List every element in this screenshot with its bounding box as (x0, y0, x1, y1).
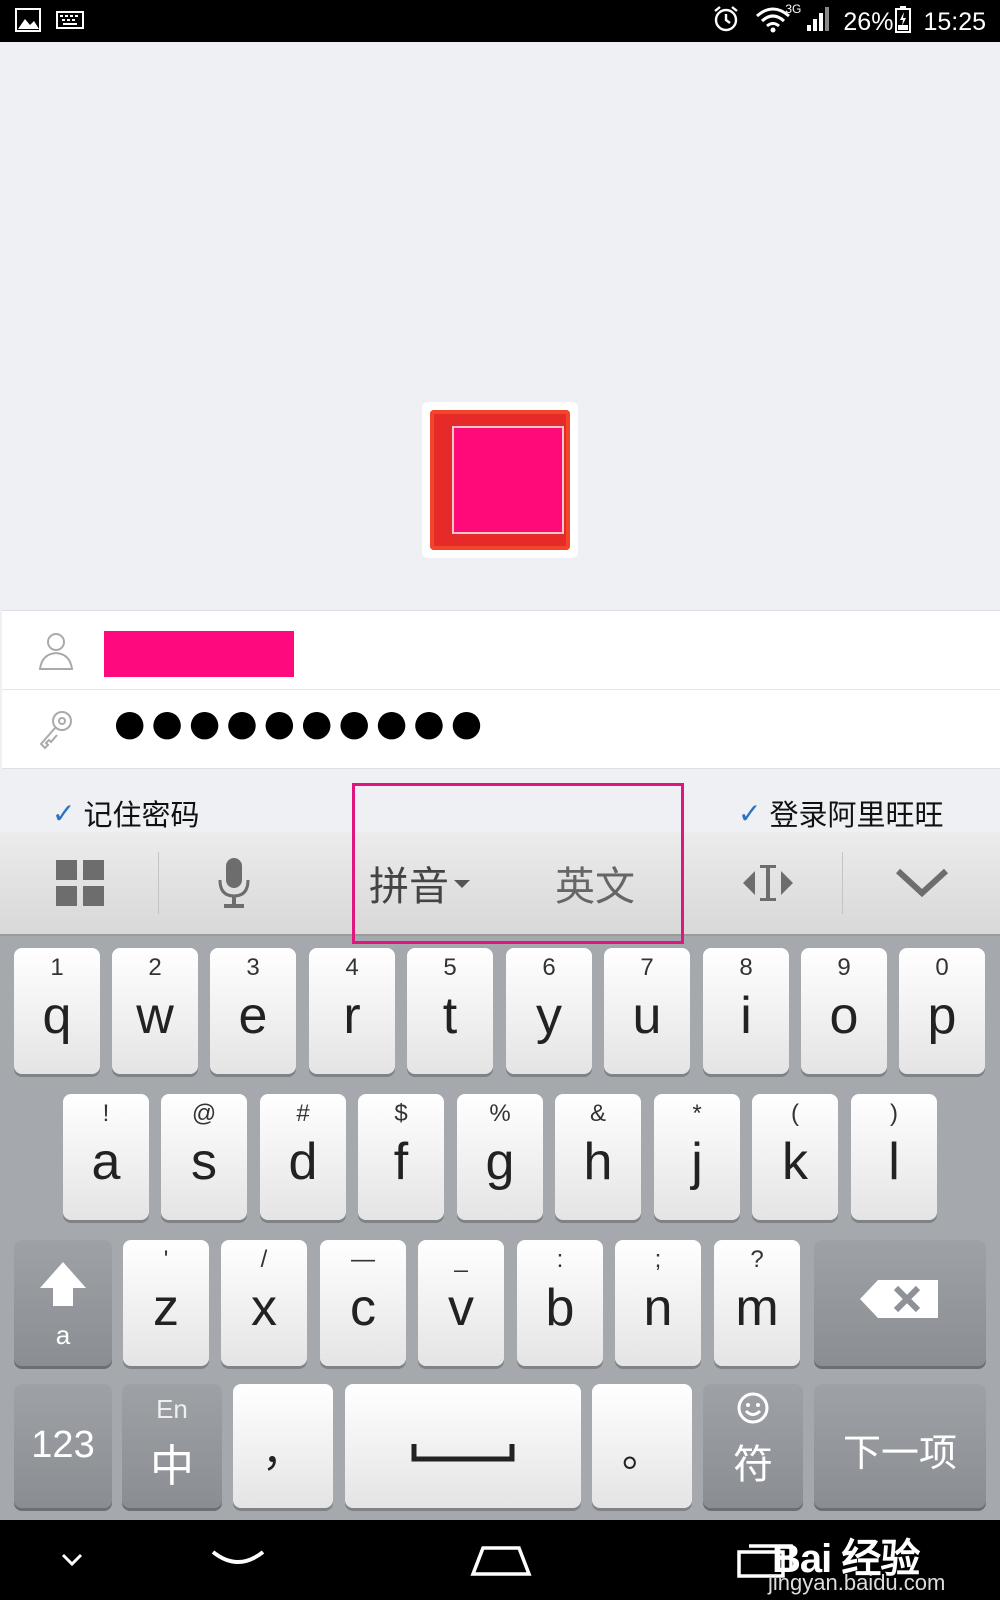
signal-icon (805, 5, 831, 40)
key-n[interactable]: ; n (615, 1240, 701, 1366)
key-f[interactable]: $ f (358, 1094, 444, 1220)
key-s[interactable]: @ s (161, 1094, 247, 1220)
home-icon[interactable] (466, 1534, 536, 1586)
key-j[interactable]: * j (654, 1094, 740, 1220)
grid-menu-icon[interactable] (30, 832, 130, 934)
key-b[interactable]: :b (517, 1240, 603, 1366)
key-x[interactable]: / x (221, 1240, 307, 1366)
key-o[interactable]: 9o (801, 948, 887, 1074)
key-q[interactable]: 1q (14, 948, 100, 1074)
lang-top-label: En (156, 1394, 188, 1424)
remember-password-checkbox[interactable]: ✓ 记住密码 (52, 792, 199, 834)
key-g[interactable]: % g (457, 1094, 543, 1220)
hide-keyboard-icon[interactable] (52, 1534, 92, 1586)
image-icon (14, 6, 42, 38)
key-e[interactable]: 3e (210, 948, 296, 1074)
key-y[interactable]: 6y (506, 948, 592, 1074)
keyboard-icon (56, 10, 84, 34)
key-k[interactable]: (k (752, 1094, 838, 1220)
space-key[interactable] (345, 1384, 581, 1508)
symbols-label: 符 (733, 1442, 773, 1488)
key-t[interactable]: 5t (407, 948, 493, 1074)
password-field[interactable]: ●●●●●●●●●● (114, 702, 488, 746)
key-c[interactable]: — c (320, 1240, 406, 1366)
language-switch-key[interactable]: En 中 (122, 1384, 222, 1508)
key-h[interactable]: & h (555, 1094, 641, 1220)
password-row[interactable]: ●●●●●●●●●● (2, 690, 1000, 768)
key-a[interactable]: ! a (63, 1094, 149, 1220)
cursor-move-icon[interactable] (718, 832, 818, 934)
shift-key[interactable]: a (14, 1240, 112, 1366)
comma-label: ， (261, 1427, 304, 1476)
smiley-icon (737, 1392, 769, 1429)
clock: 15:25 (923, 8, 986, 36)
backspace-key[interactable] (814, 1240, 986, 1366)
key-w[interactable]: 2w (112, 948, 198, 1074)
key-p[interactable]: 0p (899, 948, 985, 1074)
backspace-icon (858, 1278, 942, 1325)
user-icon (36, 629, 76, 671)
space-icon (411, 1442, 515, 1467)
key-u[interactable]: 7u (604, 948, 690, 1074)
key-m[interactable]: ? m (714, 1240, 800, 1366)
check-icon: ✓ (738, 796, 762, 830)
shift-label: a (55, 1320, 71, 1350)
period-label: 。 (622, 1430, 662, 1476)
comma-key[interactable]: ， (233, 1384, 333, 1508)
auto-login-checkbox[interactable]: ✓ 登录阿里旺旺 (738, 792, 943, 834)
numbers-label: 123 (31, 1424, 95, 1466)
highlight-box (352, 783, 684, 944)
next-field-label: 下一项 (842, 1431, 957, 1475)
network-type-label: 3G (785, 2, 802, 16)
back-icon[interactable] (206, 1534, 270, 1586)
app-logo-icon (422, 402, 578, 558)
chevron-down-icon[interactable] (872, 832, 972, 934)
symbols-key[interactable]: 符 (703, 1384, 803, 1508)
check-icon: ✓ (52, 796, 76, 830)
microphone-icon[interactable] (184, 832, 284, 934)
username-row[interactable] (2, 611, 1000, 690)
key-i[interactable]: 8i (703, 948, 789, 1074)
baidu-watermark: Bai 经验 jingyan.baidu.com (750, 1520, 1000, 1600)
battery-charging-icon (895, 5, 912, 40)
numbers-key[interactable]: 123 (14, 1384, 112, 1508)
username-field[interactable] (104, 631, 294, 677)
key-icon (36, 708, 76, 750)
wifi-icon: 3G (753, 2, 801, 41)
key-z[interactable]: ' z (123, 1240, 209, 1366)
watermark-url: jingyan.baidu.com (768, 1570, 946, 1595)
alarm-icon (711, 4, 741, 41)
key-r[interactable]: 4r (309, 948, 395, 1074)
login-form: ●●●●●●●●●● (2, 610, 1000, 769)
key-l[interactable]: ) l (851, 1094, 937, 1220)
lang-main-label: 中 (150, 1441, 194, 1492)
battery-percent: 26% (843, 8, 894, 36)
key-v[interactable]: _ v (418, 1240, 504, 1366)
remember-password-label: 记住密码 (83, 798, 200, 832)
status-bar: 3G 26% 15:25 (0, 0, 1000, 42)
arrow-up-icon (38, 1260, 88, 1315)
auto-login-label: 登录阿里旺旺 (769, 798, 944, 832)
period-key[interactable]: 。 (592, 1384, 692, 1508)
key-d[interactable]: # d (260, 1094, 346, 1220)
next-field-key[interactable]: 下一项 (814, 1384, 986, 1508)
